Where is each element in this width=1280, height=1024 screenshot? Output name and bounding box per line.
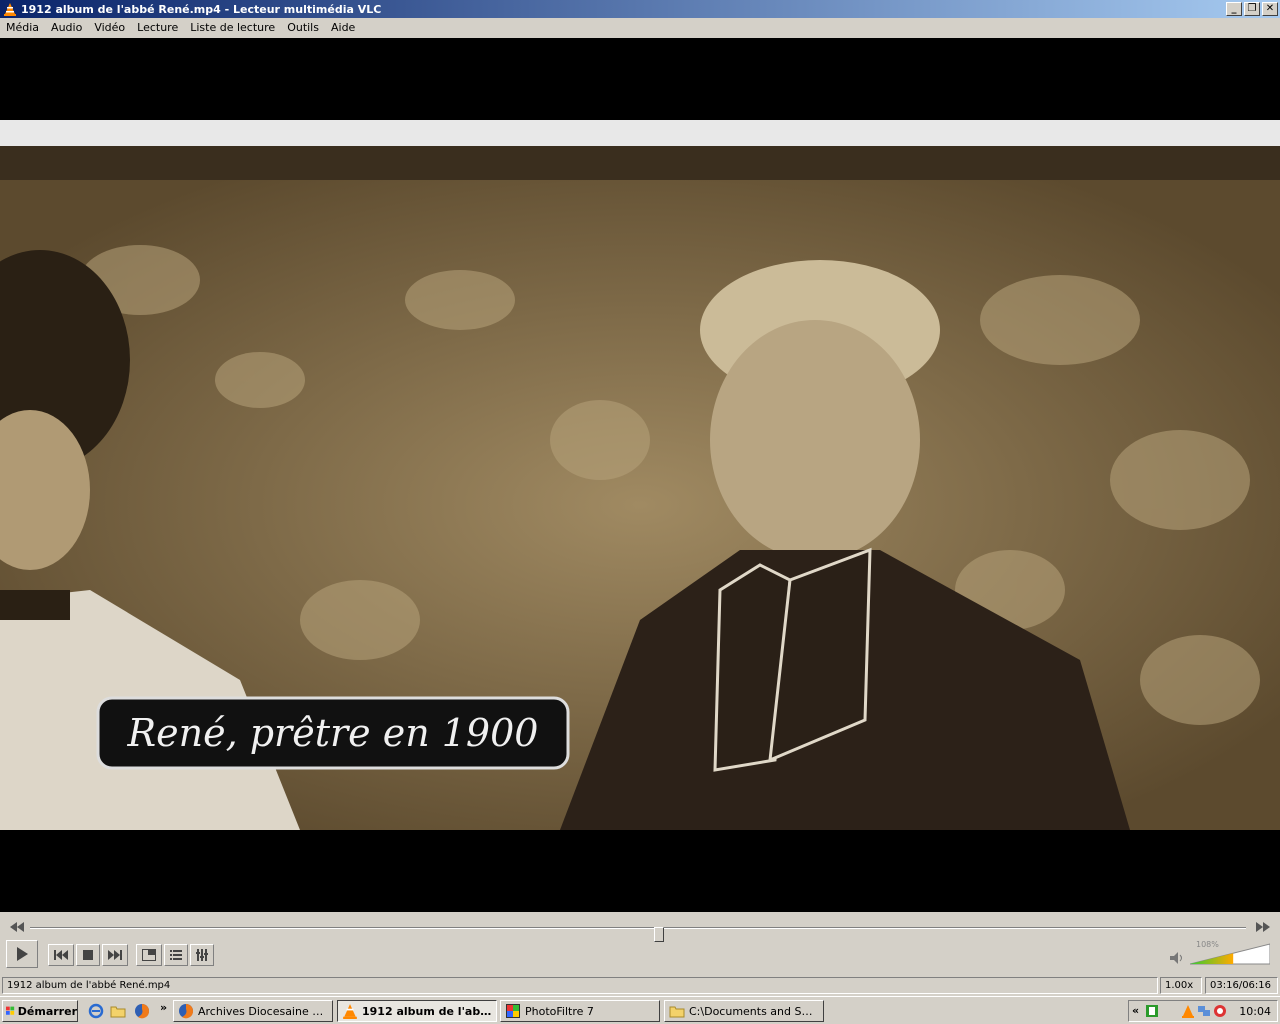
play-button[interactable] [6, 940, 38, 968]
seek-handle[interactable] [653, 927, 664, 942]
sepia-photo: René, prêtre en 1900 [0, 120, 1280, 830]
stop-button[interactable] [76, 944, 100, 966]
playlist-button[interactable] [164, 944, 188, 966]
playback-controls: 108% [0, 912, 1280, 976]
fullscreen-icon [142, 949, 156, 961]
task-explorer-folder[interactable]: C:\Documents and Settin... [664, 1000, 824, 1022]
fast-forward-icon[interactable] [1256, 922, 1270, 932]
start-button[interactable]: Démarrer [2, 1000, 78, 1022]
extended-settings-button[interactable] [190, 944, 214, 966]
next-icon [108, 950, 122, 960]
video-caption: René, prêtre en 1900 [127, 711, 539, 755]
firefox-icon[interactable] [134, 1003, 150, 1019]
fullscreen-button[interactable] [136, 944, 162, 966]
task-archives-firefox[interactable]: Archives Diocesaine d'An... [173, 1000, 333, 1022]
system-tray: « 10:04 [1128, 1000, 1278, 1022]
menu-playlist[interactable]: Liste de lecture [184, 19, 281, 37]
video-area[interactable]: René, prêtre en 1900 [0, 38, 1280, 912]
playlist-icon [170, 950, 182, 960]
speaker-icon[interactable] [1170, 952, 1186, 964]
menu-help[interactable]: Aide [325, 19, 361, 37]
task-photofiltre[interactable]: PhotoFiltre 7 [500, 1000, 660, 1022]
volume-slider[interactable] [1190, 942, 1270, 966]
clock: 10:04 [1239, 1005, 1271, 1018]
play-icon [17, 947, 28, 961]
menu-video[interactable]: Vidéo [88, 19, 131, 37]
volume-control[interactable]: 108% [1166, 940, 1276, 968]
video-frame[interactable]: René, prêtre en 1900 [0, 120, 1280, 830]
taskbar: Démarrer » Archives Diocesaine d'An... 1… [0, 996, 1280, 1024]
menu-tools[interactable]: Outils [281, 19, 325, 37]
photofiltre-icon [506, 1004, 520, 1018]
windows-logo-icon [6, 1006, 15, 1015]
playback-time[interactable]: 03:16/06:16 [1205, 977, 1278, 994]
start-label: Démarrer [17, 1004, 77, 1018]
next-button[interactable] [102, 944, 128, 966]
previous-icon [54, 950, 68, 960]
vlc-cone-icon [343, 1004, 357, 1019]
folder-icon [669, 1006, 685, 1018]
vlc-tray-icon[interactable] [1181, 1004, 1195, 1018]
restore-button[interactable]: ❐ [1244, 2, 1260, 16]
menu-lecture[interactable]: Lecture [131, 19, 184, 37]
folder-icon[interactable] [110, 1003, 126, 1019]
status-bar: 1912 album de l'abbé René.mp4 1.00x 03:1… [0, 976, 1280, 996]
menu-audio[interactable]: Audio [45, 19, 88, 37]
title-bar[interactable]: 1912 album de l'abbé René.mp4 - Lecteur … [0, 0, 1280, 18]
task-label: C:\Documents and Settin... [689, 1004, 819, 1018]
task-label: 1912 album de l'abbé ... [362, 1004, 492, 1018]
internet-explorer-icon[interactable] [88, 1003, 104, 1019]
close-button[interactable]: ✕ [1262, 2, 1278, 16]
status-filename: 1912 album de l'abbé René.mp4 [2, 977, 1158, 994]
quicklaunch-more[interactable]: » [160, 1001, 167, 1014]
network-icon[interactable] [1197, 1004, 1211, 1018]
rewind-icon[interactable] [10, 922, 24, 932]
task-label: Archives Diocesaine d'An... [198, 1004, 328, 1018]
green-tray-icon[interactable] [1145, 1004, 1159, 1018]
stop-icon [83, 950, 93, 960]
vlc-cone-icon [4, 3, 16, 16]
firefox-icon [179, 1004, 194, 1019]
tray-expand-button[interactable]: « [1132, 1004, 1139, 1017]
previous-button[interactable] [48, 944, 74, 966]
task-vlc[interactable]: 1912 album de l'abbé ... [337, 1000, 497, 1022]
menu-media[interactable]: Média [0, 19, 45, 37]
seek-track[interactable] [30, 927, 1246, 942]
minimize-button[interactable]: _ [1226, 2, 1242, 16]
playback-speed[interactable]: 1.00x [1160, 977, 1202, 994]
menu-bar: Média Audio Vidéo Lecture Liste de lectu… [0, 18, 1280, 38]
seek-bar[interactable] [0, 920, 1280, 942]
task-label: PhotoFiltre 7 [525, 1004, 594, 1018]
window-title: 1912 album de l'abbé René.mp4 - Lecteur … [21, 2, 382, 16]
equalizer-icon [196, 949, 208, 961]
security-icon[interactable] [1213, 1004, 1227, 1018]
